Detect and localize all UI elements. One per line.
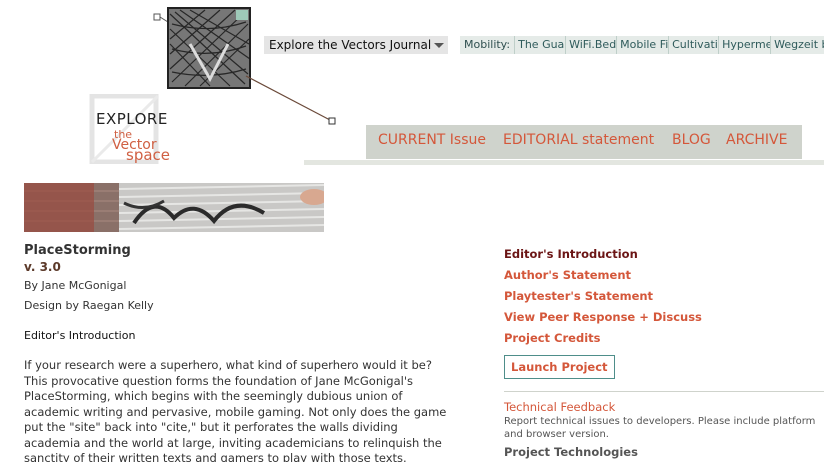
mobility-item[interactable]: Cultivatin (668, 36, 718, 54)
nav-archive[interactable]: ARCHIVE (726, 132, 787, 148)
author-byline: By Jane McGonigal (24, 279, 127, 292)
article: PlaceStorming v. 3.0 By Jane McGonigal D… (24, 242, 454, 462)
mobility-label: Mobility: (464, 38, 511, 51)
sidebar: Editor's Introduction Author's Statement… (504, 244, 824, 460)
sidebar-link-authors-statement[interactable]: Author's Statement (504, 265, 824, 286)
mobility-strip: Mobility:The GuanWiFi.BedcMobile FigCult… (460, 36, 824, 54)
logo-explore-text: EXPLORE (96, 110, 168, 128)
mobility-item[interactable]: Mobile Fig (616, 36, 668, 54)
page-title: PlaceStorming (24, 243, 131, 258)
design-byline: Design by Raegan Kelly (24, 299, 154, 312)
mobility-item[interactable]: The Guan (514, 36, 565, 54)
intro-paragraph: If your research were a superhero, what … (24, 358, 447, 462)
site-logo[interactable]: EXPLORE the Vector space (88, 94, 188, 164)
sidebar-link-peer-response[interactable]: View Peer Response + Discuss (504, 307, 824, 328)
technical-feedback-link[interactable]: Technical Feedback (504, 400, 824, 415)
launch-project-button[interactable]: Launch Project (504, 355, 615, 379)
mobility-item[interactable]: Wegzeit b (770, 36, 824, 54)
nav-current-issue[interactable]: CURRENT Issue (378, 132, 486, 148)
banner-image (24, 183, 324, 232)
technical-feedback-description: Report technical issues to developers. P… (504, 416, 816, 440)
sidebar-link-playtesters-statement[interactable]: Playtester's Statement (504, 286, 824, 307)
version-label: v. 3.0 (24, 260, 61, 274)
journal-select-value: Explore the Vectors Journal (269, 38, 432, 52)
nav-blog[interactable]: BLOG (672, 132, 711, 148)
sidebar-link-project-credits[interactable]: Project Credits (504, 328, 824, 349)
mobility-item[interactable]: Hypermed (718, 36, 770, 54)
main-nav: CURRENT Issue EDITORIAL statement BLOG A… (366, 125, 802, 159)
journal-select[interactable]: Explore the Vectors Journal (264, 36, 448, 54)
sidebar-divider (504, 391, 824, 392)
logo-space-text: space (126, 146, 171, 164)
nav-divider (304, 160, 824, 165)
section-heading: Editor's Introduction (24, 329, 136, 342)
nav-editorial-statement[interactable]: EDITORIAL statement (503, 132, 654, 148)
mobility-item[interactable]: WiFi.Bedc (565, 36, 616, 54)
chevron-down-icon (434, 43, 444, 48)
sidebar-link-editors-introduction[interactable]: Editor's Introduction (504, 244, 824, 265)
project-technologies-heading[interactable]: Project Technologies (504, 445, 824, 460)
